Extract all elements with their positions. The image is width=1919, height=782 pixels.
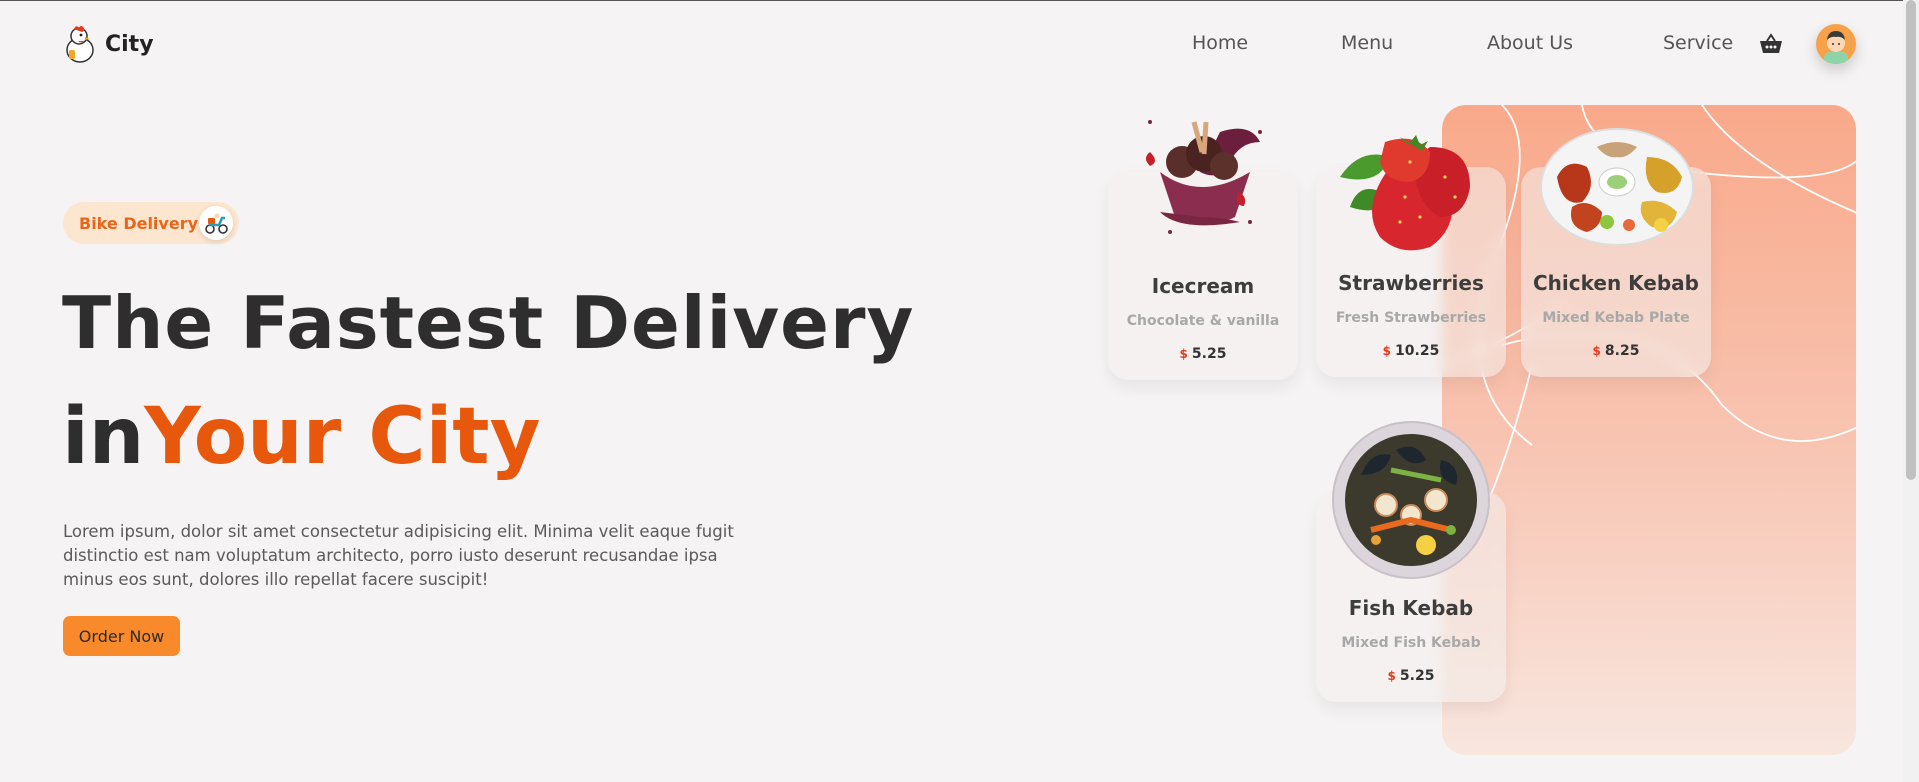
scooter-icon — [199, 206, 233, 240]
user-avatar-icon — [1824, 31, 1848, 64]
card-price: $10.25 — [1316, 343, 1506, 359]
card-subtitle: Fresh Strawberries — [1335, 310, 1487, 326]
chicken-kebab-image — [1540, 128, 1694, 246]
card-title: Icecream — [1151, 274, 1255, 298]
currency-symbol: $ — [1387, 669, 1396, 683]
hero-title-line2: inYour City — [62, 392, 540, 482]
scrollbar-thumb[interactable] — [1906, 0, 1916, 480]
fish-kebab-image — [1332, 421, 1490, 579]
card-title: Fish Kebab — [1348, 596, 1474, 620]
hero-title-in: in — [62, 392, 145, 482]
food-card-fish-kebab[interactable]: Fish Kebab Mixed Fish Kebab $5.25 — [1316, 421, 1506, 702]
card-subtitle: Chocolate & vanilla — [1126, 313, 1280, 329]
order-now-button[interactable]: Order Now — [63, 616, 180, 656]
card-title: Strawberries — [1338, 271, 1484, 295]
badge-label: Bike Delivery — [79, 213, 199, 233]
price-value: 8.25 — [1604, 343, 1640, 359]
food-card-strawberries[interactable]: Strawberries Fresh Strawberries $10.25 — [1316, 135, 1506, 377]
nav-service[interactable]: Service — [1663, 32, 1733, 54]
card-price: $5.25 — [1316, 668, 1506, 684]
card-subtitle: Mixed Fish Kebab — [1341, 635, 1481, 651]
logo[interactable]: City — [63, 24, 154, 64]
price-value: 5.25 — [1191, 346, 1227, 362]
nav-menu[interactable]: Menu — [1341, 32, 1393, 54]
strawberries-image — [1340, 135, 1470, 251]
nav-home[interactable]: Home — [1192, 32, 1248, 54]
currency-symbol: $ — [1179, 347, 1188, 361]
food-card-chicken-kebab[interactable]: Chicken Kebab Mixed Kebab Plate $8.25 — [1521, 128, 1711, 377]
price-value: 5.25 — [1399, 668, 1435, 684]
currency-symbol: $ — [1592, 344, 1601, 358]
card-price: $5.25 — [1108, 346, 1298, 362]
hero-title-line1: The Fastest Delivery — [62, 281, 915, 365]
card-title: Chicken Kebab — [1533, 271, 1699, 295]
chicken-logo-icon — [66, 26, 94, 63]
price-value: 10.25 — [1395, 343, 1440, 359]
bike-delivery-badge: Bike Delivery — [63, 202, 239, 244]
hero-description: Lorem ipsum, dolor sit amet consectetur … — [63, 522, 734, 589]
currency-symbol: $ — [1382, 344, 1392, 358]
logo-text: City — [105, 31, 154, 57]
food-card-icecream[interactable]: Icecream Chocolate & vanilla $5.25 — [1108, 120, 1298, 380]
nav-about-us[interactable]: About Us — [1487, 32, 1573, 54]
card-subtitle: Mixed Kebab Plate — [1542, 310, 1690, 326]
basket-icon[interactable] — [1759, 33, 1783, 55]
avatar[interactable] — [1816, 24, 1856, 64]
header: City Home Menu About Us Service — [0, 0, 1919, 90]
hero-title-highlight: Your City — [144, 392, 541, 482]
card-price: $8.25 — [1521, 343, 1711, 359]
icecream-image — [1146, 120, 1262, 234]
